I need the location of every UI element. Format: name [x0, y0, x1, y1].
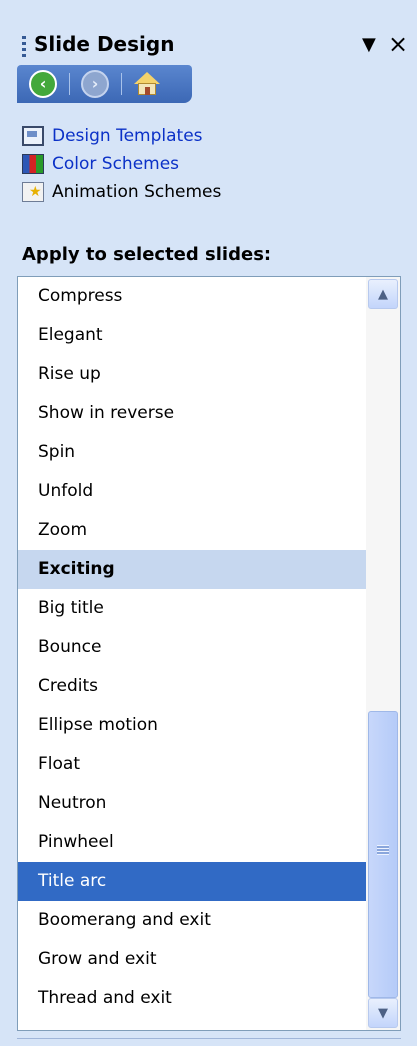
scroll-thumb[interactable] — [368, 711, 398, 998]
animation-schemes-list[interactable]: Compress Elegant Rise up Show in reverse Spi… — [17, 276, 401, 1031]
back-button[interactable]: ‹ — [17, 65, 69, 103]
link-label[interactable]: Design Templates — [52, 126, 203, 146]
list-item[interactable]: Neutron — [18, 784, 368, 823]
list-items: Compress Elegant Rise up Show in reverse Spi… — [18, 277, 368, 1018]
list-item[interactable]: Zoom — [18, 511, 368, 550]
list-item[interactable]: Title arc — [18, 862, 368, 901]
color-schemes-icon — [22, 154, 44, 174]
scroll-down-button[interactable]: ▼ — [368, 998, 398, 1028]
slide-design-task-pane: Slide Design ▼ × ‹ › Design Templates Co… — [0, 0, 417, 1046]
list-item[interactable]: Spin — [18, 433, 368, 472]
apply-to-label: Apply to selected slides: — [22, 244, 272, 265]
link-animation-schemes[interactable]: Animation Schemes — [22, 178, 221, 206]
list-item[interactable]: Rise up — [18, 355, 368, 394]
forward-arrow-icon: › — [81, 70, 109, 98]
bottom-divider — [17, 1038, 401, 1039]
pane-header: Slide Design ▼ × ‹ › — [0, 0, 417, 103]
link-label[interactable]: Color Schemes — [52, 154, 179, 174]
scroll-up-button[interactable]: ▲ — [368, 279, 398, 309]
animation-schemes-icon — [22, 182, 44, 202]
list-item[interactable]: Bounce — [18, 628, 368, 667]
list-item[interactable]: Unfold — [18, 472, 368, 511]
drag-grip[interactable] — [22, 36, 26, 58]
navigation-bar: ‹ › — [17, 65, 192, 103]
list-item[interactable]: Show in reverse — [18, 394, 368, 433]
list-item[interactable]: Credits — [18, 667, 368, 706]
dropdown-arrow-icon[interactable]: ▼ — [362, 34, 376, 55]
vertical-scrollbar[interactable]: ▲ ▼ — [366, 277, 400, 1030]
link-design-templates[interactable]: Design Templates — [22, 122, 221, 150]
list-item[interactable]: Grow and exit — [18, 940, 368, 979]
link-label[interactable]: Animation Schemes — [52, 182, 221, 202]
home-icon — [134, 72, 160, 96]
close-icon[interactable]: × — [388, 30, 408, 58]
home-button[interactable] — [121, 65, 173, 103]
back-arrow-icon: ‹ — [29, 70, 57, 98]
pane-title: Slide Design — [34, 32, 175, 56]
link-color-schemes[interactable]: Color Schemes — [22, 150, 221, 178]
list-item[interactable]: Thread and exit — [18, 979, 368, 1018]
thumb-grip-icon — [377, 845, 389, 855]
list-item[interactable]: Elegant — [18, 316, 368, 355]
list-item[interactable]: Compress — [18, 277, 368, 316]
list-item[interactable]: Boomerang and exit — [18, 901, 368, 940]
design-templates-icon — [22, 126, 44, 146]
list-item[interactable]: Big title — [18, 589, 368, 628]
list-item[interactable]: Float — [18, 745, 368, 784]
list-item[interactable]: Pinwheel — [18, 823, 368, 862]
forward-button[interactable]: › — [69, 65, 121, 103]
scheme-links: Design Templates Color Schemes Animation… — [22, 122, 221, 206]
list-group-heading: Exciting — [18, 550, 368, 589]
list-item[interactable]: Ellipse motion — [18, 706, 368, 745]
